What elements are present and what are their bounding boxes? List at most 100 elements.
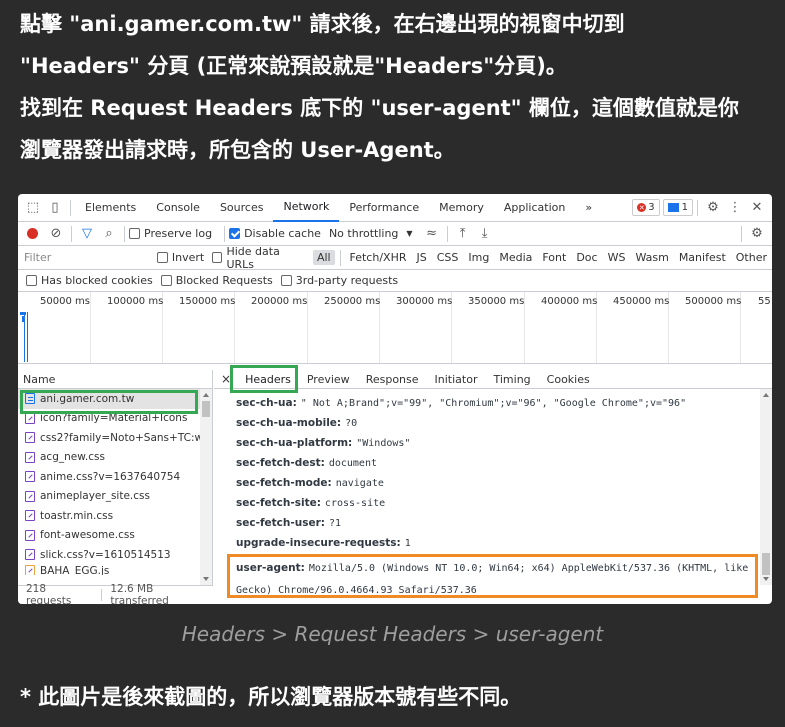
request-row[interactable]: acg_new.css bbox=[18, 448, 212, 468]
preserve-log-toggle[interactable]: Preserve log bbox=[129, 227, 212, 240]
tab-elements[interactable]: Elements bbox=[75, 194, 146, 222]
disable-cache-toggle[interactable]: Disable cache bbox=[229, 227, 321, 240]
script-icon bbox=[25, 564, 35, 575]
header-row: sec-fetch-mode: navigate bbox=[236, 473, 758, 493]
tab-sources[interactable]: Sources bbox=[210, 194, 274, 222]
tab-timing[interactable]: Timing bbox=[485, 373, 538, 386]
tab-cookies[interactable]: Cookies bbox=[539, 373, 598, 386]
filter-icon[interactable]: ▽ bbox=[76, 223, 98, 245]
request-row[interactable]: css2?family=Noto+Sans+TC:wg bbox=[18, 428, 212, 448]
filter-type-js[interactable]: JS bbox=[412, 250, 430, 265]
request-row[interactable]: toastr.min.css bbox=[18, 506, 212, 526]
blocked-requests-label: Blocked Requests bbox=[175, 274, 273, 287]
divider bbox=[70, 199, 71, 216]
tab-initiator[interactable]: Initiator bbox=[427, 373, 486, 386]
message-badge[interactable]: 1 bbox=[662, 199, 693, 216]
request-name: css2?family=Noto+Sans+TC:wg bbox=[40, 431, 210, 444]
scrollbar-thumb[interactable] bbox=[762, 553, 770, 575]
filter-type-all[interactable]: All bbox=[312, 250, 335, 265]
stylesheet-icon bbox=[25, 490, 35, 502]
search-icon[interactable]: ⌕ bbox=[98, 223, 120, 245]
tab-performance[interactable]: Performance bbox=[339, 194, 429, 222]
filter-type-css[interactable]: CSS bbox=[433, 250, 463, 265]
tab-memory[interactable]: Memory bbox=[429, 194, 494, 222]
request-row[interactable]: animeplayer_site.css bbox=[18, 487, 212, 507]
network-timeline-overview[interactable]: 50000 ms 100000 ms 150000 ms 200000 ms 2… bbox=[18, 292, 772, 364]
dom-content-loaded-line bbox=[24, 312, 25, 362]
name-column-header[interactable]: Name bbox=[18, 370, 212, 389]
scroll-down-icon[interactable] bbox=[763, 577, 769, 581]
third-party-toggle[interactable]: 3rd-party requests bbox=[280, 274, 398, 287]
tab-console[interactable]: Console bbox=[146, 194, 210, 222]
close-icon[interactable]: ✕ bbox=[746, 197, 768, 219]
header-key: sec-ch-ua-platform: bbox=[236, 437, 353, 449]
headers-scrollbar[interactable] bbox=[760, 389, 772, 585]
network-settings-gear-icon[interactable]: ⚙ bbox=[746, 223, 768, 245]
waterfall-bar bbox=[20, 312, 26, 315]
record-icon[interactable] bbox=[27, 228, 38, 239]
header-row: sec-fetch-site: cross-site bbox=[236, 493, 758, 513]
request-row[interactable]: slick.css?v=1610514513 bbox=[18, 545, 212, 565]
request-row[interactable]: anime.css?v=1637640754 bbox=[18, 467, 212, 487]
hide-data-urls-toggle[interactable]: Hide data URLs bbox=[212, 245, 304, 271]
instruction-line-1: 點擊 "ani.gamer.com.tw" 請求後，在右邊出現的視窗中切到 bbox=[20, 12, 625, 36]
disable-cache-checkbox[interactable] bbox=[229, 228, 241, 239]
tab-network[interactable]: Network bbox=[273, 194, 340, 222]
header-value: " Not A;Brand";v="99", "Chromium";v="96"… bbox=[300, 397, 687, 409]
filter-type-media[interactable]: Media bbox=[495, 250, 536, 265]
kebab-menu-icon[interactable]: ⋮ bbox=[724, 197, 746, 219]
third-party-checkbox[interactable] bbox=[280, 275, 292, 286]
network-conditions-icon[interactable]: ≈ bbox=[421, 223, 443, 245]
header-row: sec-ch-ua-platform: "Windows" bbox=[236, 433, 758, 453]
preserve-log-checkbox[interactable] bbox=[129, 228, 140, 239]
clear-icon[interactable]: ⊘ bbox=[45, 223, 67, 245]
filter-type-img[interactable]: Img bbox=[464, 250, 493, 265]
timeline-tick: 350000 ms bbox=[468, 296, 525, 307]
filter-type-other[interactable]: Other bbox=[732, 250, 771, 265]
divider bbox=[339, 249, 341, 266]
filter-input[interactable]: Filter bbox=[18, 251, 157, 264]
scroll-up-icon[interactable] bbox=[203, 393, 209, 397]
inspect-element-icon[interactable]: ⬚ bbox=[22, 197, 44, 219]
error-badge[interactable]: ✕ 3 bbox=[632, 199, 660, 216]
blocked-cookies-toggle[interactable]: Has blocked cookies bbox=[26, 274, 153, 287]
blocked-requests-checkbox[interactable] bbox=[160, 275, 172, 286]
request-row[interactable]: font-awesome.css bbox=[18, 526, 212, 546]
invert-checkbox[interactable] bbox=[156, 252, 168, 263]
scrollbar-thumb[interactable] bbox=[202, 401, 210, 417]
filter-type-fetch-xhr[interactable]: Fetch/XHR bbox=[346, 250, 411, 265]
filter-type-ws[interactable]: WS bbox=[604, 250, 630, 265]
device-toolbar-icon[interactable]: ▯ bbox=[44, 197, 66, 219]
filter-type-doc[interactable]: Doc bbox=[572, 250, 601, 265]
figure-caption: Headers > Request Headers > user-agent bbox=[181, 622, 604, 646]
tab-application[interactable]: Application bbox=[494, 194, 575, 222]
throttling-select[interactable]: No throttling ▼ bbox=[329, 227, 413, 240]
filter-type-manifest[interactable]: Manifest bbox=[675, 250, 730, 265]
gear-icon[interactable]: ⚙ bbox=[702, 197, 724, 219]
scroll-up-icon[interactable] bbox=[763, 393, 769, 397]
more-tabs-button[interactable]: » bbox=[575, 194, 602, 222]
blocked-cookies-checkbox[interactable] bbox=[26, 275, 37, 286]
header-value: ?0 bbox=[345, 417, 358, 429]
divider bbox=[697, 199, 698, 216]
filter-type-font[interactable]: Font bbox=[538, 250, 570, 265]
invert-toggle[interactable]: Invert bbox=[156, 251, 204, 264]
blocked-requests-toggle[interactable]: Blocked Requests bbox=[160, 274, 273, 287]
upload-icon[interactable]: ⤒ bbox=[452, 223, 474, 245]
scroll-down-icon[interactable] bbox=[203, 577, 209, 581]
filter-bar: Filter Invert Hide data URLs All Fetch/X… bbox=[18, 245, 772, 271]
divider bbox=[71, 225, 72, 242]
timeline-tick: 450000 ms bbox=[613, 296, 670, 307]
preserve-log-label: Preserve log bbox=[144, 227, 213, 240]
hide-data-urls-label: Hide data URLs bbox=[226, 244, 280, 271]
tab-response[interactable]: Response bbox=[358, 373, 427, 386]
filter-type-wasm[interactable]: Wasm bbox=[631, 250, 672, 265]
tab-preview[interactable]: Preview bbox=[299, 373, 358, 386]
header-value: ?1 bbox=[328, 517, 341, 529]
divider bbox=[224, 225, 226, 242]
request-row[interactable]: BAHA_EGG.js bbox=[18, 564, 212, 575]
hide-data-urls-checkbox[interactable] bbox=[212, 252, 223, 263]
request-list-scrollbar[interactable] bbox=[200, 389, 212, 585]
header-key: sec-fetch-mode: bbox=[236, 477, 332, 489]
download-icon[interactable]: ⤓ bbox=[474, 223, 496, 245]
